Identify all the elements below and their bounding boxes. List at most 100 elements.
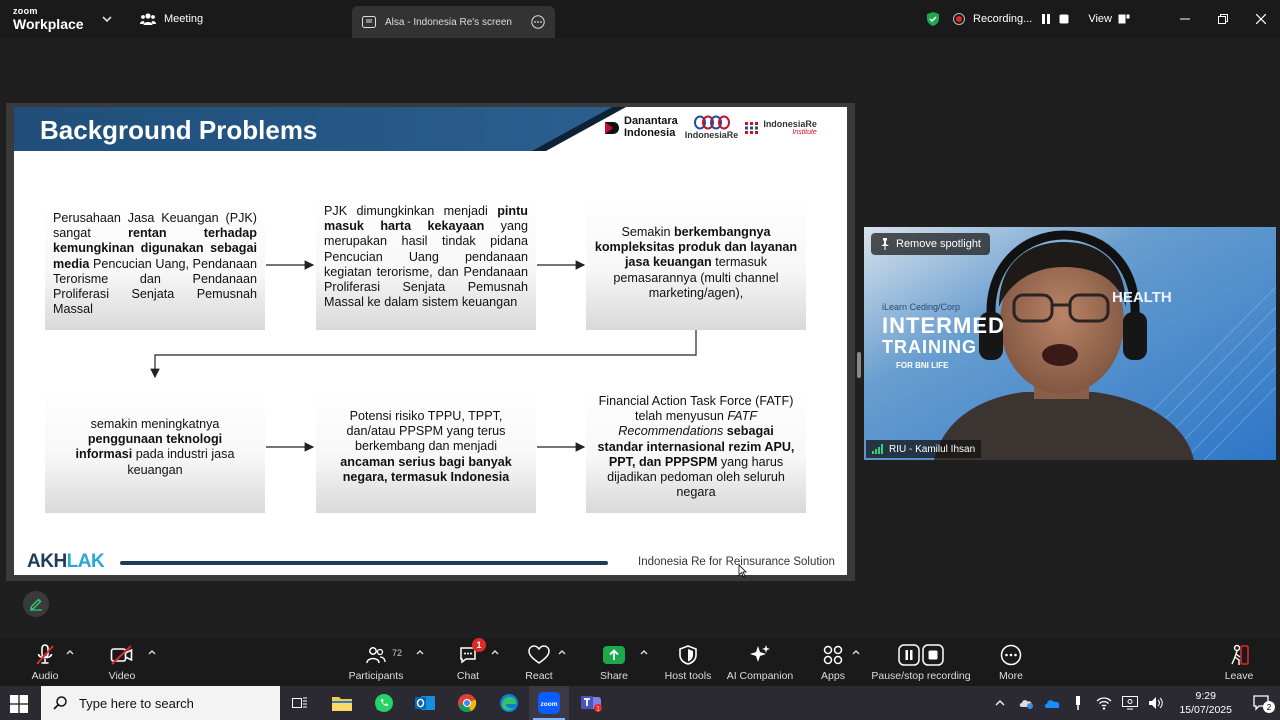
spotlight-video-tile[interactable]: iLearn Ceding/Corp INTERMED TRAINING FOR… [864,227,1276,460]
problem-text-4: semakin meningkatnya penggunaan teknolog… [63,417,247,478]
problem-text-5: Potensi risiko TPPU, TPPT, dan/atau PPSP… [326,409,526,485]
split-view-handle[interactable] [857,352,861,378]
audio-label: Audio [31,670,59,682]
text-segment: PJK dimungkinkan menjadi [324,204,498,218]
pencil-icon [30,598,42,611]
windows-start-icon[interactable] [10,695,28,713]
apps-caret-icon[interactable] [851,648,861,656]
tray-overflow-button[interactable] [987,686,1013,720]
taskbar-clock[interactable]: 9:29 15/07/2025 [1179,689,1232,717]
microphone-muted-icon [36,644,54,665]
windows-taskbar: Type here to search zoom 1 9:29 15/07/20… [0,686,1280,720]
edge-app[interactable] [489,686,529,720]
search-icon [53,696,67,710]
leave-label: Leave [1224,670,1254,682]
close-button[interactable] [1242,0,1280,38]
tray-wifi[interactable] [1091,686,1117,720]
screen-share-tab[interactable]: Alsa - Indonesia Re's screen [352,6,555,38]
remove-spotlight-label: Remove spotlight [896,238,981,250]
minimize-button[interactable] [1166,0,1204,38]
video-options-caret-icon[interactable] [147,648,157,656]
video-bg-line1: INTERMED [882,313,1005,338]
display-icon [1122,696,1139,710]
more-dots-icon [1000,644,1022,666]
chat-unread-badge: 1 [472,638,486,652]
task-view-button[interactable] [280,686,320,720]
restore-icon [1218,14,1228,24]
stop-recording-icon[interactable] [1058,13,1070,25]
apps-button[interactable]: Apps [788,644,878,682]
participants-button[interactable]: 72 Participants [331,644,421,682]
problem-box-2: PJK dimungkinkan menjadi pintu masuk har… [316,197,536,330]
video-label: Video [108,670,136,682]
host-tools-shield-icon [679,645,697,665]
tray-onedrive-sync[interactable] [1013,686,1039,720]
video-off-icon [110,645,133,665]
participant-name: RIU - Kamilul Ihsan [889,443,976,455]
chat-label: Chat [456,670,480,682]
slide-footer-text: Indonesia Re for Reinsurance Solution [638,556,835,568]
recording-dot-icon [953,13,966,25]
meeting-label: Meeting [164,13,204,25]
whatsapp-icon [375,694,393,712]
view-label[interactable]: View [1088,13,1112,25]
meeting-tab[interactable]: Meeting [140,10,203,28]
ai-sparkle-icon [750,645,770,662]
teams-app[interactable]: 1 [571,686,611,720]
leave-button[interactable]: Leave [1194,644,1280,682]
more-button[interactable]: More [966,644,1056,682]
react-caret-icon[interactable] [557,648,567,656]
akhlak-logo: AKHLAK [27,551,105,573]
share-screen-icon [603,646,625,664]
outlook-app[interactable] [405,686,445,720]
tray-display[interactable] [1117,686,1143,720]
brand-bottom: Workplace [13,16,84,32]
notification-center-button[interactable]: 2 [1244,686,1280,720]
onedrive-icon [1045,700,1060,708]
view-layout-icon[interactable] [1118,13,1130,25]
video-bg-health: HEALTH [1112,289,1172,306]
footer-divider [120,561,608,565]
tray-volume[interactable] [1143,686,1169,720]
remove-spotlight-button[interactable]: Remove spotlight [871,233,990,255]
participant-name-tag: RIU - Kamilul Ihsan [866,440,982,458]
problem-box-4: semakin meningkatnya penggunaan teknolog… [45,390,265,513]
mouse-cursor-icon [738,564,747,577]
text-segment: Potensi risiko TPPU, TPPT, dan/atau PPSP… [346,409,506,454]
more-options-icon[interactable] [531,15,545,29]
leave-icon [1231,644,1249,665]
close-icon [1256,14,1266,24]
annotate-button[interactable] [23,591,49,617]
tray-usb[interactable] [1065,686,1091,720]
clock-date: 15/07/2025 [1179,704,1232,716]
heart-icon [528,645,550,664]
zoom-workplace-logo[interactable]: zoom Workplace [13,6,84,32]
file-explorer-app[interactable] [322,686,362,720]
video-bg-line2: TRAINING [882,337,977,357]
audio-options-caret-icon[interactable] [65,648,75,656]
shared-slide: Background Problems Danantara Indonesia … [14,107,847,575]
problem-box-1: Perusahaan Jasa Keuangan (PJK) sangat re… [45,204,265,330]
problem-box-3: Semakin berkembangnya kompleksitas produ… [586,197,806,330]
svg-text:zoom: zoom [541,701,558,708]
chrome-app[interactable] [447,686,487,720]
host-tools-label: Host tools [664,670,712,682]
usb-icon [1076,696,1081,710]
text-segment: Financial Action Task Force (FATF) telah… [598,394,794,424]
whatsapp-app[interactable] [364,686,404,720]
taskbar-search-box[interactable]: Type here to search [41,686,280,720]
encryption-shield-icon[interactable] [925,11,941,27]
zoom-app[interactable]: zoom [529,686,569,720]
react-label: React [525,670,553,682]
apps-label: Apps [821,670,845,682]
brand-top: zoom [13,6,38,16]
pause-stop-recording-button[interactable]: Pause/stop recording [866,644,976,682]
ai-companion-label: AI Companion [726,670,794,682]
pause-recording-icon[interactable] [1040,13,1052,25]
pause-stop-label: Pause/stop recording [871,670,971,682]
search-placeholder: Type here to search [79,695,194,711]
restore-button[interactable] [1204,0,1242,38]
tray-onedrive[interactable] [1039,686,1065,720]
chevron-down-icon[interactable] [100,12,114,26]
minimize-icon [1180,18,1190,20]
